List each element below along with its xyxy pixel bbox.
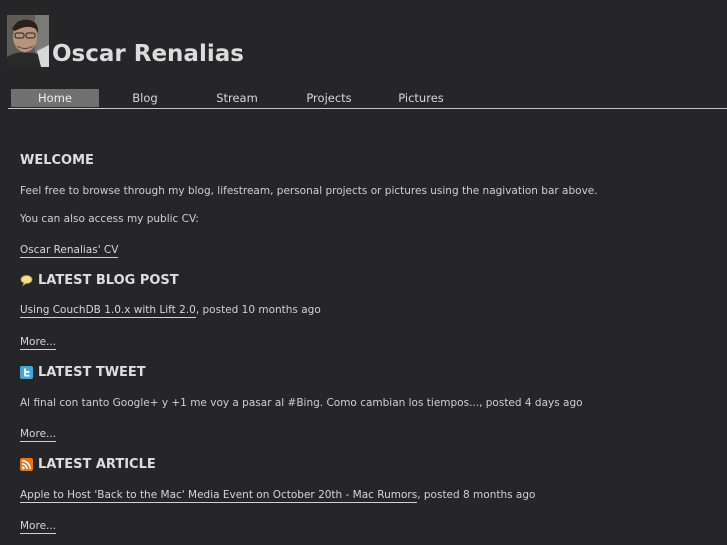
cv-text: You can also access my public CV: xyxy=(20,213,199,225)
welcome-heading: WELCOME xyxy=(20,153,94,168)
article-line: Apple to Host 'Back to the Mac' Media Ev… xyxy=(20,489,536,503)
tweet-heading-text: LATEST TWEET xyxy=(38,365,146,380)
article-heading: LATEST ARTICLE xyxy=(20,457,156,472)
cv-link[interactable]: Oscar Renalias' CV xyxy=(20,244,119,258)
nav-item-projects[interactable]: Projects xyxy=(283,88,375,108)
blog-heading-text: LATEST BLOG POST xyxy=(38,273,179,288)
nav-item-blog[interactable]: Blog xyxy=(99,88,191,108)
speech-bubble-icon xyxy=(20,274,33,287)
nav-item-home[interactable]: Home xyxy=(11,89,99,107)
site-title[interactable]: Oscar Renalias xyxy=(52,41,244,67)
article-link[interactable]: Apple to Host 'Back to the Mac' Media Ev… xyxy=(20,489,418,503)
article-more-wrap: More... xyxy=(20,520,57,534)
blog-more-wrap: More... xyxy=(20,336,57,350)
rss-icon xyxy=(20,458,33,471)
nav-item-stream[interactable]: Stream xyxy=(191,88,283,108)
tweet-heading: LATEST TWEET xyxy=(20,365,146,380)
tweet-more-link[interactable]: More... xyxy=(20,428,57,442)
tweet-text: Al final con tanto Google+ y +1 me voy a… xyxy=(20,397,583,409)
avatar[interactable] xyxy=(7,15,49,67)
cv-link-wrap: Oscar Renalias' CV xyxy=(20,244,119,258)
nav-item-pictures[interactable]: Pictures xyxy=(375,88,467,108)
welcome-heading-text: WELCOME xyxy=(20,153,94,168)
twitter-icon xyxy=(20,366,33,379)
main-nav: Home Blog Stream Projects Pictures xyxy=(8,88,727,109)
article-heading-text: LATEST ARTICLE xyxy=(38,457,156,472)
tweet-more-wrap: More... xyxy=(20,428,57,442)
blog-heading: LATEST BLOG POST xyxy=(20,273,179,288)
welcome-intro: Feel free to browse through my blog, lif… xyxy=(20,185,598,197)
blog-post-link[interactable]: Using CouchDB 1.0.x with Lift 2.0 xyxy=(20,304,196,318)
page: Oscar Renalias Home Blog Stream Projects… xyxy=(0,0,727,545)
site-header: Oscar Renalias xyxy=(7,15,244,67)
article-meta: , posted 8 months ago xyxy=(417,489,536,501)
blog-post-line: Using CouchDB 1.0.x with Lift 2.0, poste… xyxy=(20,304,321,318)
blog-post-meta: , posted 10 months ago xyxy=(195,304,321,316)
blog-more-link[interactable]: More... xyxy=(20,336,57,350)
article-more-link[interactable]: More... xyxy=(20,520,57,534)
